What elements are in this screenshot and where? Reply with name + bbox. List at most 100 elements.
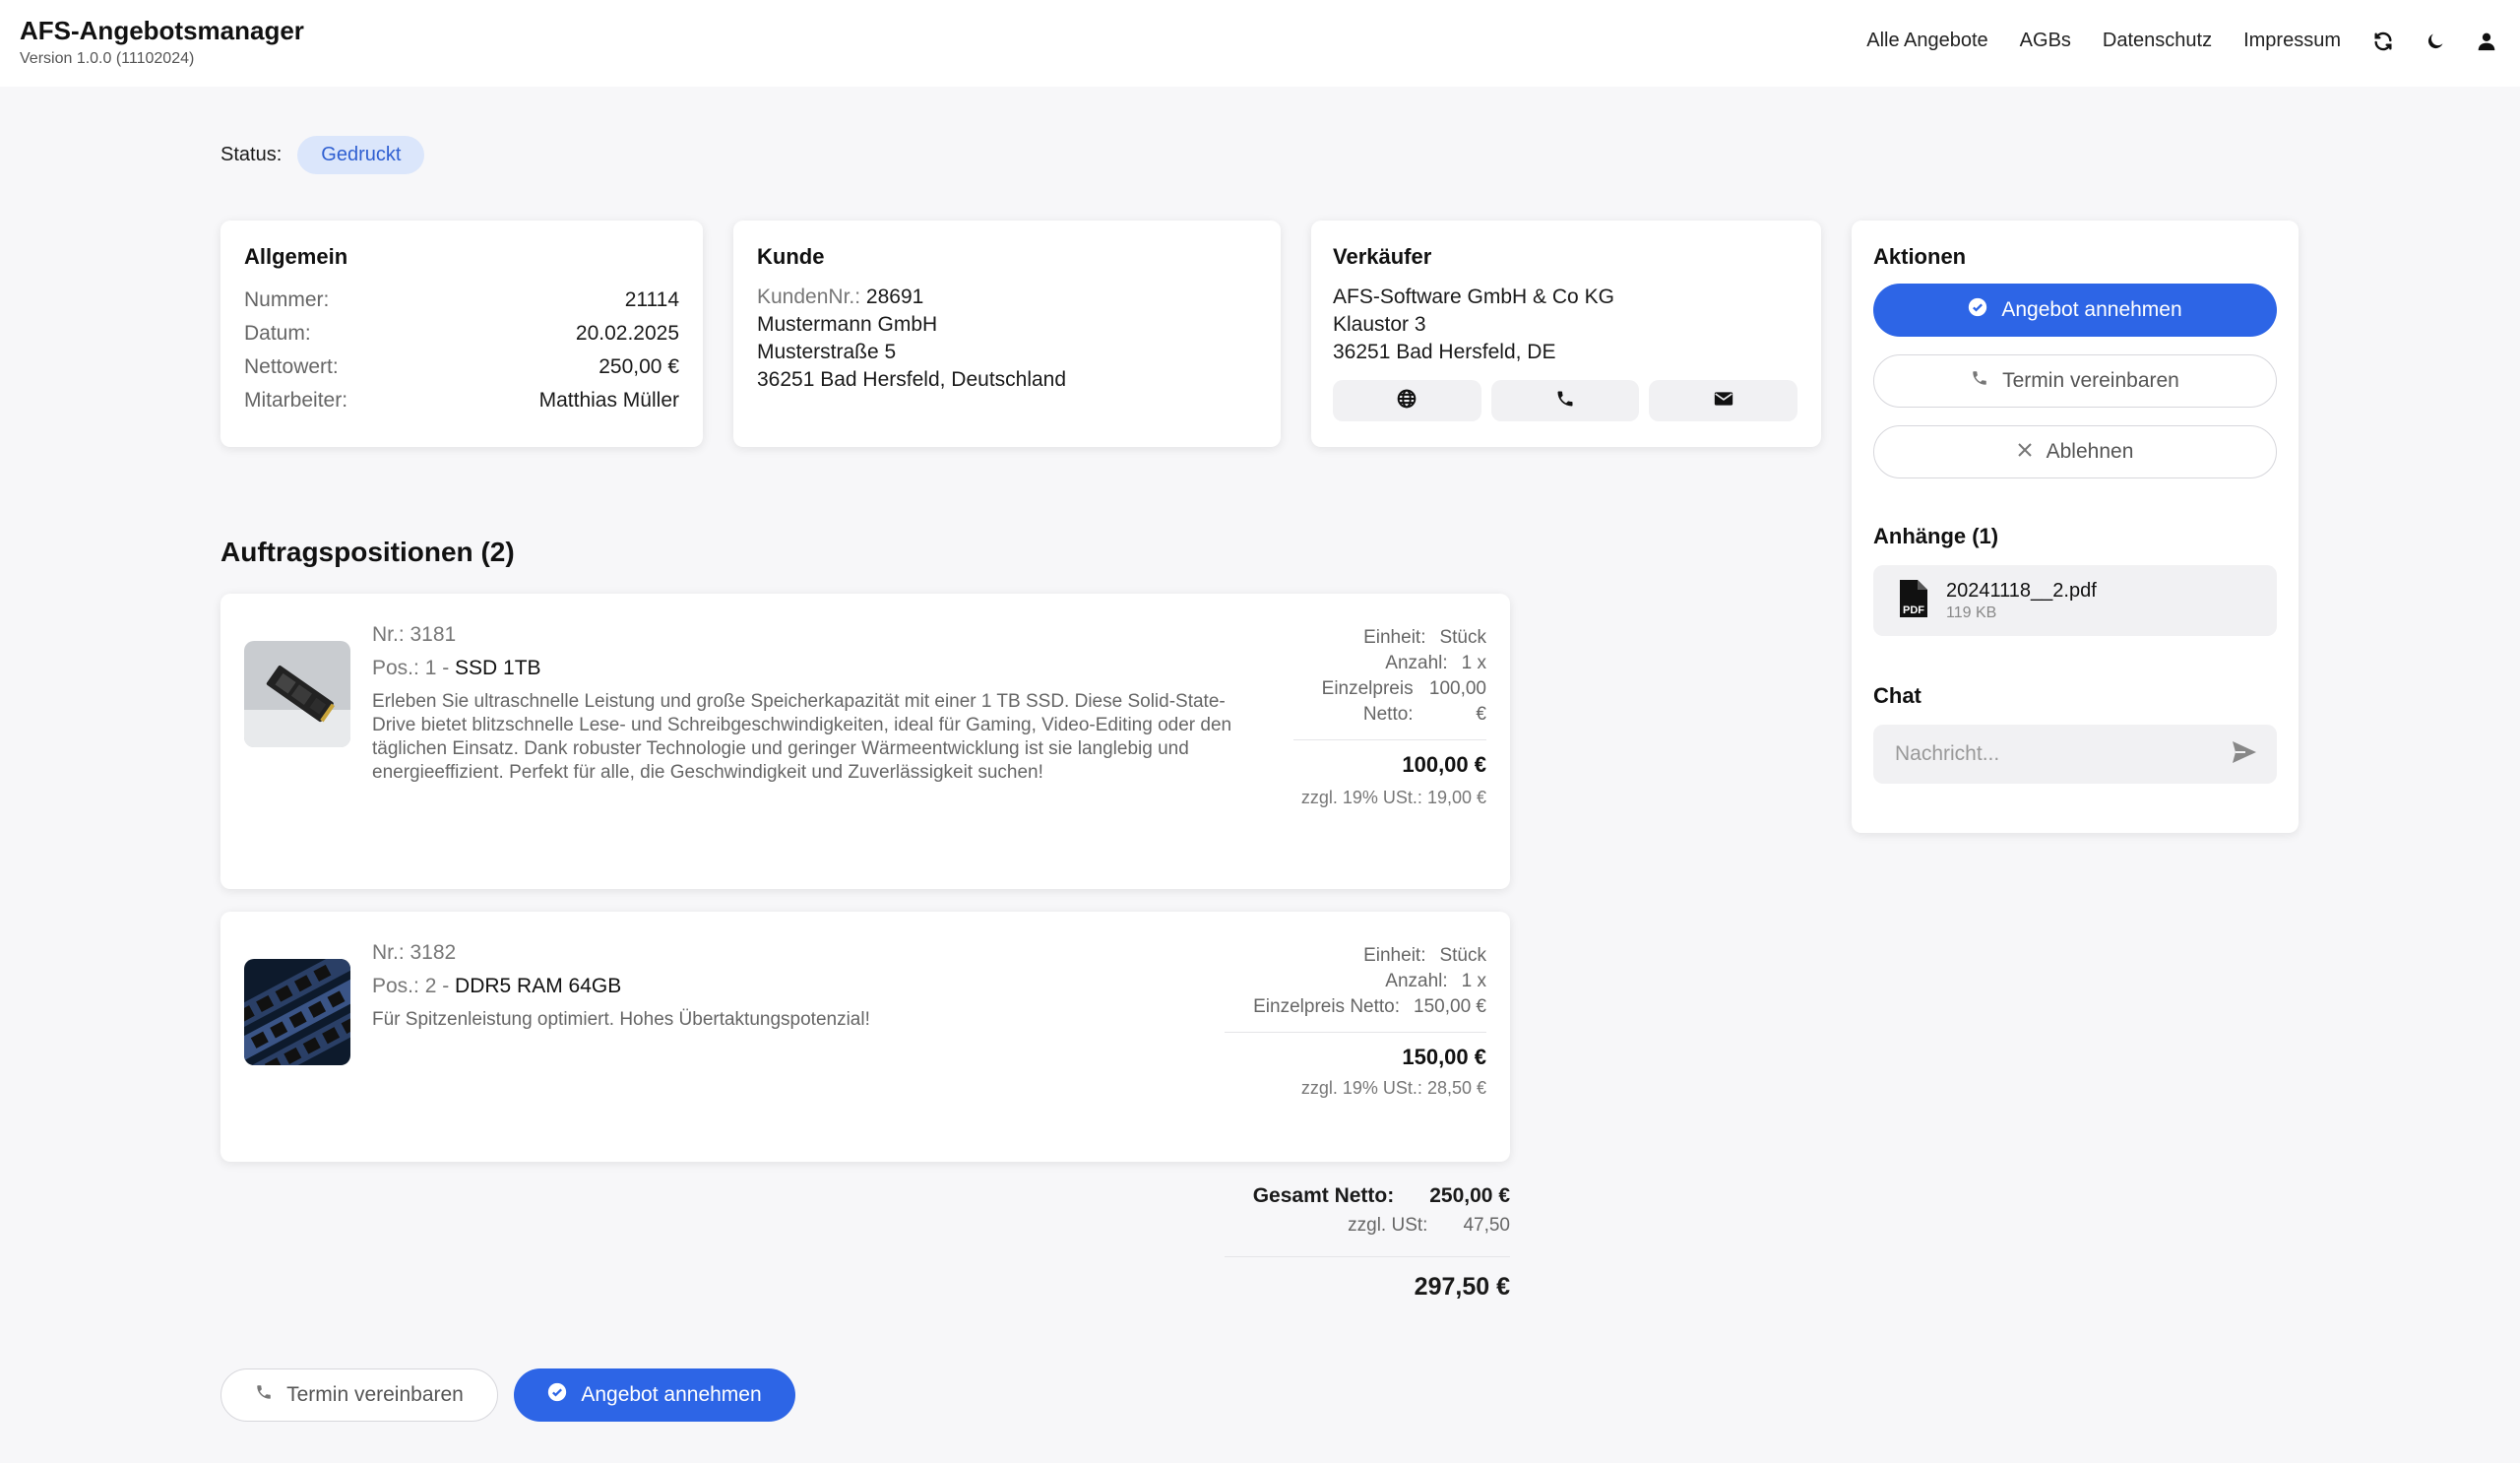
summary-tax-label: zzgl. USt: bbox=[1348, 1215, 1428, 1236]
position-pricing: Einheit: Stück Anzahl: 1 x Einzelpreis Net… bbox=[1225, 943, 1486, 1099]
unit-price-row: Einzelpreis Netto: 150,00 € bbox=[1225, 994, 1486, 1020]
qty-row: Anzahl: 1 x bbox=[1225, 969, 1486, 994]
nav-agbs[interactable]: AGBs bbox=[2020, 30, 2071, 52]
footer-accept-offer-button[interactable]: Angebot annehmen bbox=[514, 1368, 795, 1422]
position-product-name: SSD 1TB bbox=[455, 657, 541, 679]
seller-name: AFS-Software GmbH & Co KG bbox=[1333, 286, 1614, 308]
qty-row: Anzahl: 1 x bbox=[1293, 651, 1486, 676]
position-item: Nr.: 3182 Pos.: 2 - DDR5 RAM 64GB Für Sp… bbox=[220, 912, 1510, 1162]
row-value: 250,00 € bbox=[598, 355, 679, 378]
unit-price-label: Einzelpreis Netto: bbox=[1253, 996, 1401, 1017]
close-icon bbox=[2017, 440, 2033, 464]
status-badge: Gedruckt bbox=[297, 136, 425, 174]
order-summary: Gesamt Netto: 250,00 € zzgl. USt: 47,50 29… bbox=[1225, 1181, 1510, 1302]
mail-icon bbox=[1714, 390, 1733, 413]
refresh-icon[interactable] bbox=[2372, 31, 2394, 52]
summary-tax-value: 47,50 bbox=[1463, 1215, 1510, 1236]
chat-message-input[interactable] bbox=[1895, 742, 2210, 766]
summary-tax-row: zzgl. USt: 47,50 bbox=[1225, 1211, 1510, 1240]
seller-title: Verkäufer bbox=[1333, 244, 1432, 269]
position-number: Nr.: 3181 bbox=[372, 623, 457, 646]
qty-label: Anzahl: bbox=[1385, 653, 1448, 673]
unit-value: Stück bbox=[1439, 627, 1486, 648]
seller-city: 36251 Bad Hersfeld, DE bbox=[1333, 341, 1556, 363]
customer-street: Musterstraße 5 bbox=[757, 341, 897, 363]
mail-button[interactable] bbox=[1649, 380, 1798, 421]
row-label: Nettowert: bbox=[244, 355, 339, 378]
qty-value: 1 x bbox=[1461, 653, 1486, 673]
footer-schedule-appointment-button[interactable]: Termin vereinbaren bbox=[220, 1368, 498, 1422]
schedule-appointment-button[interactable]: Termin vereinbaren bbox=[1873, 354, 2277, 408]
customer-details: KundenNr.: 28691 Mustermann GmbH Musters… bbox=[757, 284, 1257, 394]
unit-label: Einheit: bbox=[1363, 945, 1426, 966]
attachments-title: Anhänge (1) bbox=[1873, 524, 1999, 548]
phone-button[interactable] bbox=[1490, 380, 1640, 421]
phone-icon bbox=[255, 1383, 273, 1407]
attachment-item[interactable]: PDF 20241118__2.pdf 119 KB bbox=[1873, 565, 2277, 636]
brand: AFS-Angebotsmanager Version 1.0.0 (11102… bbox=[20, 16, 304, 68]
row-value: Matthias Müller bbox=[538, 389, 679, 412]
send-icon[interactable] bbox=[2232, 740, 2257, 769]
position-number: Nr.: 3182 bbox=[372, 941, 457, 964]
unit-label: Einheit: bbox=[1363, 627, 1426, 648]
check-circle-icon bbox=[547, 1382, 567, 1408]
summary-net-value: 250,00 € bbox=[1429, 1184, 1510, 1207]
row-label: Nummer: bbox=[244, 288, 330, 311]
divider bbox=[1225, 1256, 1510, 1257]
position-prefix: Pos.: 2 - bbox=[372, 975, 456, 997]
row-value: 21114 bbox=[624, 288, 679, 311]
position-description: Erleben Sie ultraschnelle Leistung und g… bbox=[372, 691, 1232, 783]
seller-details: AFS-Software GmbH & Co KG Klaustor 3 362… bbox=[1333, 284, 1797, 366]
accept-offer-button[interactable]: Angebot annehmen bbox=[1873, 284, 2277, 337]
phone-icon bbox=[1971, 369, 1988, 393]
footer-accept-offer-label: Angebot annehmen bbox=[581, 1383, 762, 1406]
general-row-date: Datum: 20.02.2025 bbox=[244, 317, 679, 350]
row-label: Datum: bbox=[244, 322, 311, 345]
product-image-ram bbox=[244, 959, 350, 1065]
customer-name: Mustermann GmbH bbox=[757, 313, 938, 336]
row-label: Mitarbeiter: bbox=[244, 389, 348, 412]
customer-number: 28691 bbox=[865, 286, 924, 308]
globe-icon bbox=[1397, 389, 1417, 413]
row-value: 20.02.2025 bbox=[575, 322, 679, 345]
position-description: Für Spitzenleistung optimiert. Hohes Übe… bbox=[372, 1009, 870, 1030]
status-label: Status: bbox=[220, 144, 283, 165]
unit-value: Stück bbox=[1439, 945, 1486, 966]
accept-offer-label: Angebot annehmen bbox=[2001, 298, 2182, 321]
decline-label: Ablehnen bbox=[2046, 440, 2134, 463]
general-card: Allgemein Nummer: 21114 Datum: 20.02.2025 … bbox=[220, 221, 703, 447]
general-row-net: Nettowert: 250,00 € bbox=[244, 350, 679, 384]
general-row-employee: Mitarbeiter: Matthias Müller bbox=[244, 384, 679, 417]
customer-city: 36251 Bad Hersfeld, Deutschland bbox=[757, 368, 1067, 391]
position-tax: zzgl. 19% USt.: 19,00 € bbox=[1300, 788, 1486, 807]
main-nav: Alle Angebote AGBs Datenschutz Impressum bbox=[1866, 30, 2496, 52]
nav-privacy[interactable]: Datenschutz bbox=[2103, 30, 2212, 52]
nav-imprint[interactable]: Impressum bbox=[2243, 30, 2341, 52]
unit-price-label: Einzelpreis Netto: bbox=[1321, 678, 1414, 725]
nav-all-offers[interactable]: Alle Angebote bbox=[1866, 30, 1987, 52]
unit-price-value: 150,00 € bbox=[1414, 996, 1486, 1017]
website-button[interactable] bbox=[1333, 380, 1481, 421]
user-icon[interactable] bbox=[2477, 32, 2496, 51]
unit-row: Einheit: Stück bbox=[1225, 943, 1486, 969]
seller-card: Verkäufer AFS-Software GmbH & Co KG Klau… bbox=[1311, 221, 1821, 447]
customer-title: Kunde bbox=[757, 244, 825, 269]
actions-card: Aktionen Angebot annehmen Termin vereinb… bbox=[1852, 221, 2299, 833]
decline-button[interactable]: Ablehnen bbox=[1873, 425, 2277, 478]
unit-price-row: Einzelpreis Netto: 100,00 € bbox=[1293, 676, 1486, 728]
pdf-file-icon: PDF bbox=[1897, 579, 1930, 623]
customer-number-label: KundenNr.: bbox=[757, 286, 861, 308]
check-circle-icon bbox=[1968, 297, 1987, 323]
chat-title: Chat bbox=[1873, 683, 1922, 708]
position-title: Pos.: 1 - SSD 1TB bbox=[372, 657, 1248, 680]
position-tax: zzgl. 19% USt.: 28,50 € bbox=[1300, 1078, 1486, 1098]
seller-street: Klaustor 3 bbox=[1333, 313, 1426, 336]
moon-icon[interactable] bbox=[2426, 32, 2445, 51]
summary-net-label: Gesamt Netto: bbox=[1252, 1184, 1395, 1207]
customer-number-line: KundenNr.: 28691 bbox=[757, 284, 1257, 311]
summary-total: 297,50 € bbox=[1414, 1273, 1510, 1301]
chat-box bbox=[1873, 725, 2277, 784]
attachment-filename: 20241118__2.pdf bbox=[1946, 579, 2097, 602]
position-product-name: DDR5 RAM 64GB bbox=[455, 975, 622, 997]
actions-title: Aktionen bbox=[1873, 244, 1967, 269]
